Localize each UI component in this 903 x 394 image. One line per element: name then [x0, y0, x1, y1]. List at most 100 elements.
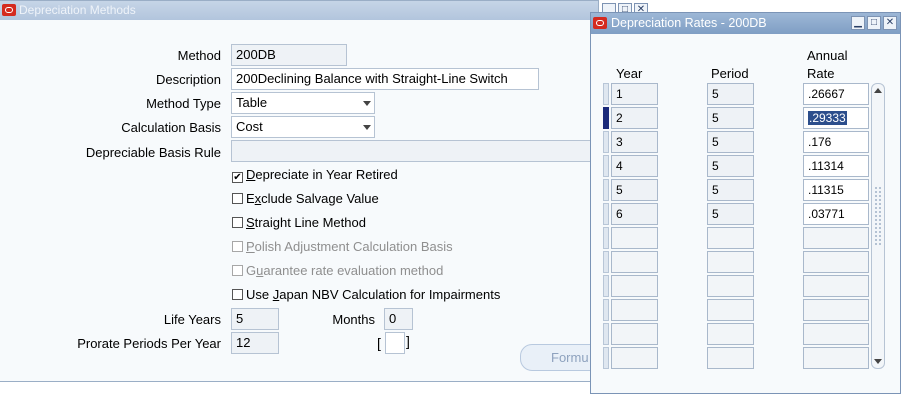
scroll-up-icon[interactable] — [874, 88, 882, 93]
checkbox-checked-icon[interactable]: ✔ — [232, 172, 243, 183]
chevron-down-icon[interactable] — [363, 125, 371, 130]
year-cell[interactable]: 4 — [611, 155, 658, 177]
option-label: Straight Line Method — [246, 215, 366, 230]
method-label: Method — [177, 48, 221, 63]
checkbox-icon[interactable] — [232, 193, 243, 204]
method-type-label: Method Type — [146, 96, 221, 111]
year-cell[interactable] — [611, 347, 658, 369]
year-cell[interactable]: 2 — [611, 107, 658, 129]
minimize-icon[interactable]: ▁ — [851, 16, 865, 30]
period-cell[interactable]: 5 — [707, 107, 754, 129]
calculation-basis-select[interactable]: Cost — [231, 116, 375, 138]
rate-value: .11314 — [808, 159, 844, 173]
description-field[interactable]: 200Declining Balance with Straight-Line … — [231, 68, 539, 90]
option-checkbox-row: Guarantee rate evaluation method — [232, 261, 443, 281]
rate-cell[interactable] — [803, 251, 869, 273]
period-value: 5 — [712, 135, 719, 149]
rate-cell[interactable]: .26667 — [803, 83, 869, 105]
chevron-down-icon[interactable] — [363, 101, 371, 106]
year-cell[interactable]: 3 — [611, 131, 658, 153]
period-cell[interactable] — [707, 347, 754, 369]
main-titlebar[interactable]: Depreciation Methods ▁ □ ✕ — [0, 1, 648, 20]
rate-cell[interactable] — [803, 347, 869, 369]
life-years-label: Life Years — [163, 312, 221, 327]
rate-column-header: Rate — [807, 66, 835, 81]
scroll-down-icon[interactable] — [874, 359, 882, 364]
year-cell[interactable] — [611, 227, 658, 249]
period-value: 5 — [712, 159, 719, 173]
year-cell[interactable] — [611, 299, 658, 321]
method-type-value: Table — [236, 95, 268, 110]
year-cell[interactable]: 6 — [611, 203, 658, 225]
option-checkbox-row[interactable]: Straight Line Method — [232, 213, 366, 233]
rates-window-title: Depreciation Rates - 200DB — [611, 16, 767, 30]
year-cell[interactable] — [611, 323, 658, 345]
period-cell[interactable]: 5 — [707, 155, 754, 177]
rate-cell[interactable] — [803, 299, 869, 321]
period-cell[interactable] — [707, 323, 754, 345]
year-cell[interactable]: 5 — [611, 179, 658, 201]
row-indicator[interactable] — [603, 83, 609, 105]
row-indicator[interactable] — [603, 203, 609, 225]
rate-cell[interactable]: .176 — [803, 131, 869, 153]
option-checkbox-row[interactable]: Exclude Salvage Value — [232, 189, 379, 209]
rates-titlebar[interactable]: Depreciation Rates - 200DB ▁ □ ✕ — [591, 13, 900, 34]
row-indicator[interactable] — [603, 131, 609, 153]
option-checkbox-row: Polish Adjustment Calculation Basis — [232, 237, 453, 257]
period-cell[interactable]: 5 — [707, 131, 754, 153]
option-checkbox-row[interactable]: ✔ Depreciate in Year Retired — [232, 165, 398, 185]
row-indicator[interactable] — [603, 251, 609, 273]
rate-cell[interactable]: .11314 — [803, 155, 869, 177]
calculation-basis-label: Calculation Basis — [121, 120, 221, 135]
maximize-icon[interactable]: □ — [867, 16, 881, 30]
months-label: Months — [332, 312, 375, 327]
rate-cell[interactable]: .03771 — [803, 203, 869, 225]
annual-column-header: Annual — [807, 48, 848, 63]
year-cell[interactable] — [611, 251, 658, 273]
period-cell[interactable] — [707, 227, 754, 249]
row-indicator[interactable] — [603, 323, 609, 345]
oracle-logo-icon — [2, 4, 16, 16]
year-value: 1 — [616, 87, 623, 101]
rate-cell[interactable] — [803, 227, 869, 249]
checkbox-icon[interactable] — [232, 289, 243, 300]
life-years-field[interactable]: 5 — [231, 308, 279, 330]
rate-value: .03771 — [808, 207, 845, 221]
period-cell[interactable]: 5 — [707, 179, 754, 201]
row-indicator[interactable] — [603, 275, 609, 297]
period-cell[interactable]: 5 — [707, 83, 754, 105]
row-indicator[interactable] — [603, 347, 609, 369]
period-cell[interactable] — [707, 251, 754, 273]
close-icon[interactable]: ✕ — [883, 16, 897, 30]
resize-grip-icon[interactable] — [874, 186, 882, 246]
row-indicator[interactable] — [603, 155, 609, 177]
period-cell[interactable] — [707, 299, 754, 321]
option-checkbox-row[interactable]: Use Japan NBV Calculation for Impairment… — [232, 285, 500, 305]
period-cell[interactable]: 5 — [707, 203, 754, 225]
method-type-select[interactable]: Table — [231, 92, 375, 114]
period-cell[interactable] — [707, 275, 754, 297]
year-cell[interactable]: 1 — [611, 83, 658, 105]
row-indicator[interactable] — [603, 227, 609, 249]
period-value: 5 — [712, 87, 719, 101]
row-indicator[interactable] — [603, 179, 609, 201]
rate-cell[interactable] — [803, 275, 869, 297]
main-window-title: Depreciation Methods — [19, 3, 136, 17]
depreciable-basis-rule-field[interactable] — [231, 140, 591, 162]
year-cell[interactable] — [611, 275, 658, 297]
checkbox-icon — [232, 265, 243, 276]
bracket-field[interactable] — [385, 332, 405, 354]
prorate-periods-field[interactable]: 12 — [231, 332, 279, 354]
rate-cell[interactable]: .11315 — [803, 179, 869, 201]
months-field[interactable]: 0 — [384, 308, 413, 330]
row-indicator[interactable] — [603, 299, 609, 321]
year-value: 5 — [616, 183, 623, 197]
rate-cell[interactable] — [803, 323, 869, 345]
option-label: Use Japan NBV Calculation for Impairment… — [246, 287, 501, 302]
rate-cell[interactable]: .29333 — [803, 107, 869, 129]
method-field[interactable]: 200DB — [231, 44, 347, 66]
option-label: Depreciate in Year Retired — [246, 167, 398, 182]
year-column-header: Year — [616, 66, 643, 81]
row-indicator[interactable] — [603, 107, 609, 129]
checkbox-icon[interactable] — [232, 217, 243, 228]
